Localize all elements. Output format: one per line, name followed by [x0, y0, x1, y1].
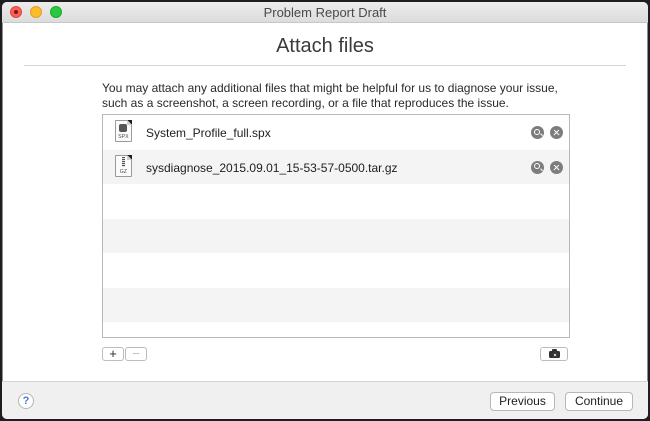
remove-file-button[interactable]: −: [125, 347, 147, 361]
spx-file-icon: SPX: [115, 120, 132, 142]
file-row[interactable]: SPX System_Profile_full.spx: [103, 115, 569, 150]
attached-files-list[interactable]: SPX System_Profile_full.spx GZ sysdiagno…: [102, 114, 570, 338]
empty-row: [103, 287, 569, 322]
file-row[interactable]: GZ sysdiagnose_2015.09.01_15-53-57-0500.…: [103, 149, 569, 184]
attach-description: You may attach any additional files that…: [102, 81, 558, 110]
quick-look-icon[interactable]: [531, 126, 544, 139]
take-screenshot-button[interactable]: [540, 347, 568, 361]
title-bar: Problem Report Draft: [2, 2, 648, 23]
add-file-button[interactable]: +: [102, 347, 124, 361]
file-name: System_Profile_full.spx: [146, 126, 271, 140]
gz-archive-icon: GZ: [115, 154, 132, 177]
camera-icon: [549, 349, 560, 358]
empty-row: [103, 253, 569, 288]
continue-button[interactable]: Continue: [565, 392, 633, 411]
empty-row: [103, 184, 569, 219]
file-name: sysdiagnose_2015.09.01_15-53-57-0500.tar…: [146, 160, 398, 175]
footer-bar: ? Previous Continue: [2, 381, 648, 419]
previous-button[interactable]: Previous: [490, 392, 555, 411]
window-title: Problem Report Draft: [263, 5, 387, 20]
empty-row: [103, 218, 569, 253]
help-button[interactable]: ?: [18, 393, 34, 409]
problem-report-window: Problem Report Draft Attach files You ma…: [2, 2, 648, 419]
remove-file-icon[interactable]: [550, 160, 563, 174]
divider: [24, 65, 626, 66]
remove-file-icon[interactable]: [550, 126, 563, 139]
empty-row: [103, 322, 569, 337]
page-title: Attach files: [276, 35, 374, 57]
quick-look-icon[interactable]: [531, 160, 544, 174]
